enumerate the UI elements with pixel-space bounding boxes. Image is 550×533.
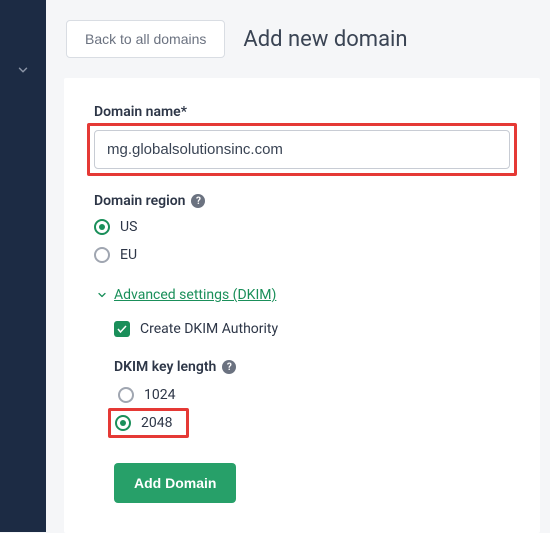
create-dkim-label: Create DKIM Authority [140,321,278,337]
radio-icon [118,387,134,403]
advanced-body: Create DKIM Authority DKIM key length ? … [94,321,510,503]
checkbox-icon [114,321,130,337]
dkim-key-length-label: DKIM key length [114,359,216,375]
region-radio-eu-label: EU [120,247,137,263]
key-radio-2048-label: 2048 [141,415,172,431]
form-card: Domain name* Domain region ? US EU [64,78,540,533]
main-content: Back to all domains Add new domain Domai… [46,0,550,533]
region-radio-group: US EU [94,219,510,263]
domain-name-label: Domain name* [94,104,510,120]
help-icon[interactable]: ? [191,194,205,208]
back-button[interactable]: Back to all domains [66,20,225,58]
add-domain-button[interactable]: Add Domain [114,463,236,503]
domain-name-input[interactable] [94,130,510,169]
advanced-section: Advanced settings (DKIM) Create DKIM Aut… [94,287,510,503]
advanced-toggle[interactable]: Advanced settings (DKIM) [94,287,510,303]
chevron-down-icon [16,63,30,77]
domain-region-field: Domain region ? US EU [94,193,510,263]
create-dkim-checkbox[interactable]: Create DKIM Authority [114,321,510,337]
region-radio-eu[interactable]: EU [94,247,510,263]
region-radio-us-label: US [120,219,137,235]
help-icon[interactable]: ? [222,360,236,374]
sidebar [0,0,46,532]
radio-icon [115,415,131,431]
key-length-radio-group: 1024 2048 [114,387,510,435]
chevron-down-icon [96,289,108,301]
page-title: Add new domain [243,27,407,52]
sidebar-toggle[interactable] [12,59,34,81]
radio-icon [94,247,110,263]
domain-name-field: Domain name* [94,104,510,176]
key-radio-1024-label: 1024 [144,387,175,403]
highlight-key-2048: 2048 [108,408,189,438]
region-radio-us[interactable]: US [94,219,510,235]
header-row: Back to all domains Add new domain [46,20,550,78]
key-radio-1024[interactable]: 1024 [118,387,510,403]
domain-region-label: Domain region [94,193,185,209]
highlight-domain-input [87,123,517,176]
key-radio-2048[interactable]: 2048 [115,415,172,431]
advanced-toggle-label: Advanced settings (DKIM) [114,287,276,303]
radio-icon [94,219,110,235]
